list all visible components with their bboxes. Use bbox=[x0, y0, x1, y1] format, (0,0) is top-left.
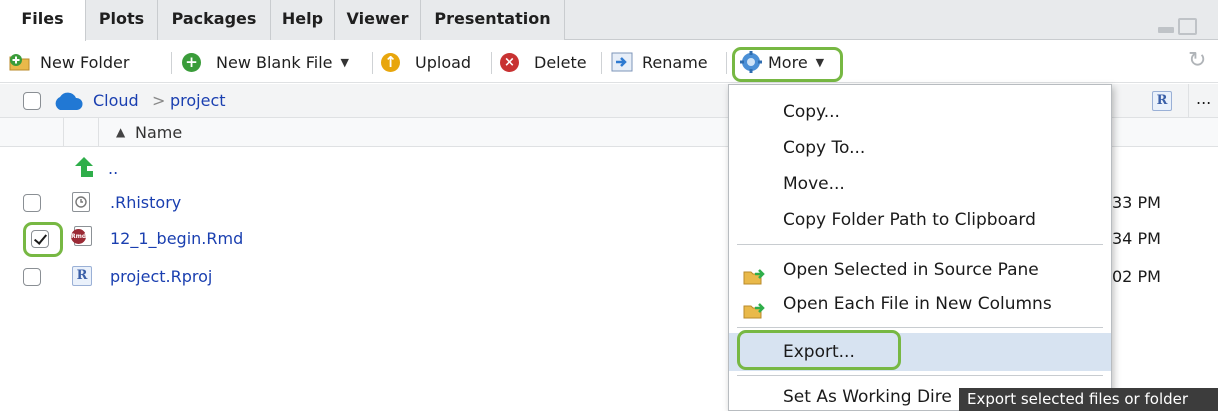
plus-icon: + bbox=[182, 52, 201, 72]
menu-item-copy-folder-path[interactable]: Copy Folder Path to Clipboard bbox=[729, 201, 1111, 239]
rename-button[interactable]: Rename bbox=[611, 41, 708, 83]
breadcrumb-separator: > bbox=[152, 91, 166, 110]
up-arrow-icon bbox=[74, 156, 94, 178]
upload-icon: ↑ bbox=[381, 52, 400, 72]
menu-divider bbox=[737, 375, 1103, 376]
files-toolbar: New Folder + New Blank File ▼ ↑ Upload ×… bbox=[0, 41, 1218, 83]
checkbox-highlight bbox=[23, 222, 63, 257]
tab-plots[interactable]: Plots bbox=[86, 0, 158, 40]
file-modified: 34 PM bbox=[1112, 229, 1161, 248]
sort-ascending-icon: ▲ bbox=[116, 125, 126, 139]
file-modified: 02 PM bbox=[1112, 267, 1161, 286]
new-blank-file-button[interactable]: + New Blank File ▼ bbox=[182, 41, 349, 83]
new-folder-icon bbox=[8, 52, 32, 72]
toolbar-divider bbox=[726, 52, 727, 74]
new-blank-file-label: New Blank File bbox=[216, 52, 333, 72]
export-tooltip: Export selected files or folder bbox=[959, 388, 1218, 411]
column-divider bbox=[63, 118, 64, 147]
menu-item-open-selected[interactable]: Open Selected in Source Pane bbox=[729, 251, 1111, 289]
tab-help[interactable]: Help bbox=[271, 0, 335, 40]
cloud-icon bbox=[52, 91, 84, 111]
open-folder-icon bbox=[743, 261, 767, 285]
minimize-pane-icon[interactable] bbox=[1158, 27, 1174, 33]
file-name[interactable]: project.Rproj bbox=[110, 258, 212, 295]
row-checkbox[interactable] bbox=[23, 268, 41, 286]
delete-label: Delete bbox=[534, 52, 587, 72]
column-header-name[interactable]: Name bbox=[135, 118, 182, 147]
upload-button[interactable]: ↑ Upload bbox=[381, 41, 471, 83]
export-highlight bbox=[737, 330, 901, 370]
delete-icon: × bbox=[500, 52, 519, 72]
rproj-file-icon: R bbox=[72, 266, 92, 286]
menu-item-move[interactable]: Move... bbox=[729, 165, 1111, 203]
overflow-icon[interactable]: ... bbox=[1196, 84, 1211, 114]
rmd-badge: Rmd bbox=[71, 229, 86, 244]
r-project-icon[interactable]: R bbox=[1152, 91, 1172, 111]
pane-tab-bar: Files Plots Packages Help Viewer Present… bbox=[0, 0, 1218, 41]
delete-button[interactable]: × Delete bbox=[500, 41, 587, 83]
open-folder-icon bbox=[743, 295, 767, 319]
column-divider bbox=[98, 118, 99, 147]
tab-viewer[interactable]: Viewer bbox=[335, 0, 421, 40]
file-name[interactable]: 12_1_begin.Rmd bbox=[110, 220, 243, 257]
chevron-down-icon: ▼ bbox=[340, 55, 349, 69]
upload-label: Upload bbox=[415, 52, 472, 72]
toolbar-divider bbox=[372, 52, 373, 74]
file-name[interactable]: .Rhistory bbox=[110, 184, 181, 221]
refresh-icon[interactable]: ↻ bbox=[1188, 50, 1210, 72]
row-checkbox[interactable] bbox=[23, 194, 41, 212]
toolbar-divider bbox=[491, 52, 492, 74]
maximize-pane-icon[interactable] bbox=[1178, 18, 1197, 35]
file-name[interactable]: .. bbox=[108, 150, 118, 187]
breadcrumb-cloud[interactable]: Cloud bbox=[93, 84, 139, 118]
toolbar-divider bbox=[171, 52, 172, 74]
toolbar-divider bbox=[601, 52, 602, 74]
file-modified: 33 PM bbox=[1112, 193, 1161, 212]
rename-icon bbox=[611, 52, 633, 72]
tab-packages[interactable]: Packages bbox=[158, 0, 271, 40]
rename-label: Rename bbox=[642, 52, 708, 72]
pathbar-divider bbox=[1188, 84, 1189, 118]
select-all-checkbox[interactable] bbox=[23, 92, 41, 110]
tab-files[interactable]: Files bbox=[0, 0, 86, 41]
menu-divider bbox=[737, 244, 1103, 245]
tab-presentation[interactable]: Presentation bbox=[421, 0, 565, 40]
breadcrumb-project[interactable]: project bbox=[170, 84, 226, 118]
menu-item-open-each-file[interactable]: Open Each File in New Columns bbox=[729, 285, 1111, 323]
menu-item-copy-to[interactable]: Copy To... bbox=[729, 129, 1111, 167]
new-folder-label: New Folder bbox=[40, 52, 130, 72]
menu-item-copy[interactable]: Copy... bbox=[729, 93, 1111, 131]
menu-item-label: Open Each File in New Columns bbox=[783, 294, 1052, 314]
new-folder-button[interactable]: New Folder bbox=[8, 41, 129, 83]
more-menu: Copy... Copy To... Move... Copy Folder P… bbox=[728, 84, 1112, 411]
menu-divider bbox=[737, 327, 1103, 328]
menu-item-label: Open Selected in Source Pane bbox=[783, 260, 1039, 280]
history-file-icon bbox=[72, 192, 90, 212]
more-button-highlight bbox=[732, 47, 843, 82]
